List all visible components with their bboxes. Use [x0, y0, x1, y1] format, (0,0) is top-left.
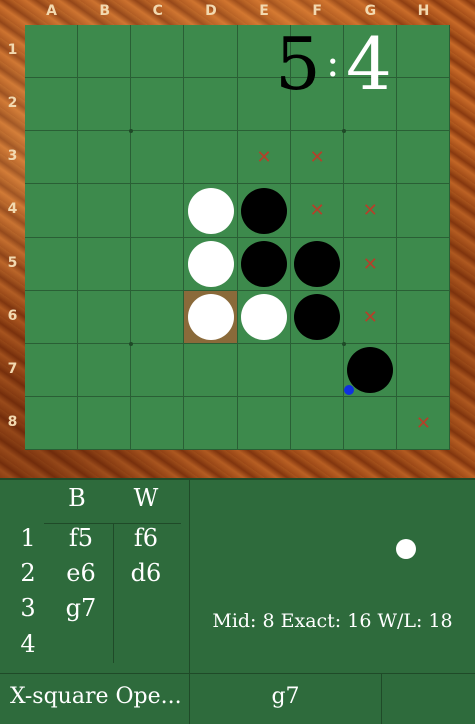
row-label: 5	[7, 254, 18, 271]
row-label: 6	[7, 307, 18, 324]
board-square[interactable]	[396, 184, 450, 238]
board-square[interactable]	[131, 25, 185, 79]
white-move[interactable]: f6	[116, 524, 176, 552]
board-square[interactable]	[396, 237, 450, 291]
row-label: 8	[7, 413, 18, 430]
board-square[interactable]	[396, 343, 450, 397]
move-number: 2	[20, 559, 36, 587]
column-label: C	[152, 3, 163, 19]
board-square[interactable]	[25, 237, 79, 291]
row-label: 2	[7, 95, 18, 112]
black-disc	[294, 241, 341, 288]
board-square[interactable]	[290, 343, 344, 397]
column-label: A	[46, 3, 57, 19]
board-square[interactable]	[131, 343, 185, 397]
board-square[interactable]	[78, 237, 132, 291]
black-move[interactable]: e6	[51, 559, 111, 587]
move-list: B W 1 f5 f6 2 e6 d6 3 g7 4	[0, 480, 190, 673]
column-label: F	[312, 3, 322, 19]
board-square[interactable]	[343, 396, 397, 450]
black-column-header: B	[68, 484, 86, 512]
board-square[interactable]	[184, 25, 238, 79]
board-square[interactable]	[131, 131, 185, 185]
board-square[interactable]	[78, 25, 132, 79]
white-disc	[187, 241, 234, 288]
row-label: 3	[7, 148, 18, 165]
black-disc	[241, 241, 288, 288]
status-bar: X-square Ope... g7	[0, 673, 475, 724]
status-divider	[381, 674, 382, 724]
column-label: B	[99, 3, 111, 19]
legal-move-mark-icon[interactable]: ✕	[238, 131, 291, 184]
black-move[interactable]: f5	[51, 524, 111, 552]
white-disc	[241, 294, 288, 341]
opening-name[interactable]: X-square Ope...	[10, 684, 185, 709]
column-label: G	[364, 3, 377, 19]
board-square[interactable]	[25, 78, 79, 132]
board-square[interactable]	[343, 131, 397, 185]
board-square[interactable]	[25, 343, 79, 397]
row-label: 7	[7, 360, 18, 377]
black-disc	[241, 187, 288, 234]
star-point	[129, 341, 134, 346]
white-disc	[187, 294, 234, 341]
board-square[interactable]	[78, 184, 132, 238]
row-label: 1	[7, 42, 18, 58]
board-square[interactable]	[78, 396, 132, 450]
board-square[interactable]	[184, 396, 238, 450]
white-score: 4	[346, 22, 392, 106]
info-panel: B W 1 f5 f6 2 e6 d6 3 g7 4 X-square Ope.…	[0, 478, 475, 724]
board-square[interactable]	[25, 25, 79, 79]
board-square[interactable]	[131, 396, 185, 450]
row-label: 4	[7, 201, 18, 218]
board-square[interactable]	[184, 131, 238, 185]
move-number: 1	[20, 524, 36, 552]
board-square[interactable]	[396, 78, 450, 132]
board-square[interactable]	[396, 25, 450, 79]
board-square[interactable]	[78, 78, 132, 132]
white-disc	[187, 187, 234, 234]
board-square[interactable]	[25, 131, 79, 185]
board-square[interactable]	[131, 184, 185, 238]
legal-move-mark-icon[interactable]: ✕	[291, 184, 344, 237]
board-square[interactable]	[25, 290, 79, 344]
legal-move-mark-icon[interactable]: ✕	[291, 131, 344, 184]
board-square[interactable]	[396, 131, 450, 185]
board-square[interactable]	[78, 290, 132, 344]
score-separator: :	[326, 40, 340, 86]
board-square[interactable]	[131, 290, 185, 344]
board-square[interactable]	[25, 396, 79, 450]
column-label: E	[259, 3, 269, 19]
column-label: H	[417, 3, 430, 19]
legal-move-mark-icon[interactable]: ✕	[344, 291, 397, 344]
column-label: D	[205, 3, 217, 19]
legal-move-mark-icon[interactable]: ✕	[344, 184, 397, 237]
turn-indicator-icon	[396, 539, 416, 559]
board-square[interactable]	[78, 343, 132, 397]
column-divider	[113, 523, 114, 663]
board-square[interactable]	[131, 78, 185, 132]
engine-info: Mid: 8 Exact: 16 W/L: 18	[212, 610, 453, 632]
move-number: 3	[20, 594, 36, 622]
last-move: g7	[271, 684, 300, 709]
board-square[interactable]	[396, 290, 450, 344]
board-square[interactable]	[290, 396, 344, 450]
board-square[interactable]	[237, 343, 291, 397]
board-square[interactable]	[78, 131, 132, 185]
legal-move-mark-icon[interactable]: ✕	[397, 397, 450, 450]
white-column-header: W	[133, 484, 159, 512]
black-move[interactable]: g7	[51, 594, 111, 622]
board-square[interactable]	[184, 78, 238, 132]
black-score: 5	[275, 22, 321, 106]
board-square[interactable]	[131, 237, 185, 291]
move-number: 4	[20, 630, 36, 658]
legal-move-mark-icon[interactable]: ✕	[344, 238, 397, 291]
last-move-marker-icon	[343, 384, 354, 395]
board-square[interactable]	[237, 396, 291, 450]
board-square[interactable]	[184, 343, 238, 397]
board-square[interactable]	[25, 184, 79, 238]
white-move[interactable]: d6	[116, 559, 176, 587]
